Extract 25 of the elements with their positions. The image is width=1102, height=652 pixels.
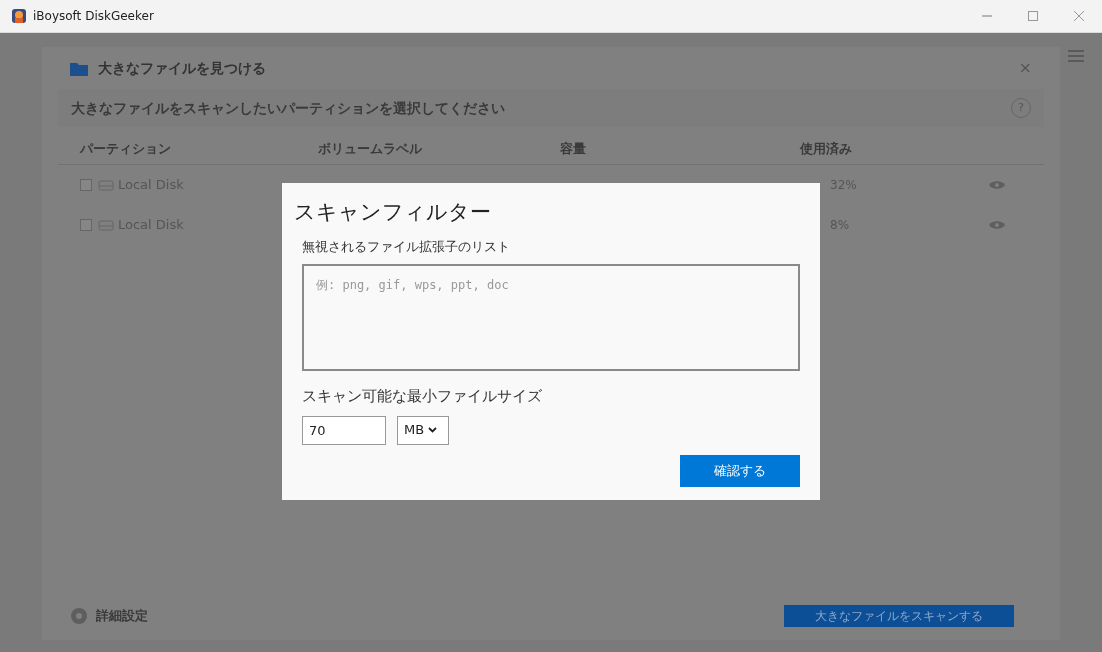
column-header: ボリュームラベル xyxy=(318,139,423,158)
menu-icon[interactable] xyxy=(1068,50,1084,62)
size-field[interactable]: 70 xyxy=(302,415,386,445)
settings-link[interactable]: 詳細設定 xyxy=(96,606,148,626)
confirm-button[interactable]: 確認する xyxy=(680,454,800,487)
field-label: スキャン可能な最小ファイルサイズ xyxy=(302,386,543,407)
column-header: パーティション xyxy=(80,139,172,158)
window-title: iBoysoft DiskGeeker xyxy=(33,8,154,25)
close-button[interactable]: × xyxy=(1018,56,1032,80)
column-header: 使用済み xyxy=(800,139,853,158)
panel-title: 大きなファイルを見つける xyxy=(98,58,266,78)
checkbox[interactable] xyxy=(80,219,92,231)
extensions-field[interactable]: 例: png, gif, wps, ppt, doc xyxy=(302,264,800,371)
scan-button[interactable]: 大きなファイルをスキャンする xyxy=(784,605,1014,627)
checkbox[interactable] xyxy=(80,179,92,191)
folder-icon xyxy=(70,60,88,76)
column-header: 容量 xyxy=(560,139,587,158)
dialog-title: スキャンフィルター xyxy=(294,199,492,226)
unit-dropdown[interactable]: MB xyxy=(397,415,449,445)
eye-icon[interactable] xyxy=(988,219,1006,231)
app-logo-icon xyxy=(11,8,27,24)
field-label: 無視されるファイル拡張子のリスト xyxy=(302,237,511,256)
eye-icon[interactable] xyxy=(988,179,1006,191)
chevron-icon xyxy=(428,427,438,433)
instruction-text: 大きなファイルをスキャンしたいパーティションを選択してください xyxy=(71,98,505,118)
